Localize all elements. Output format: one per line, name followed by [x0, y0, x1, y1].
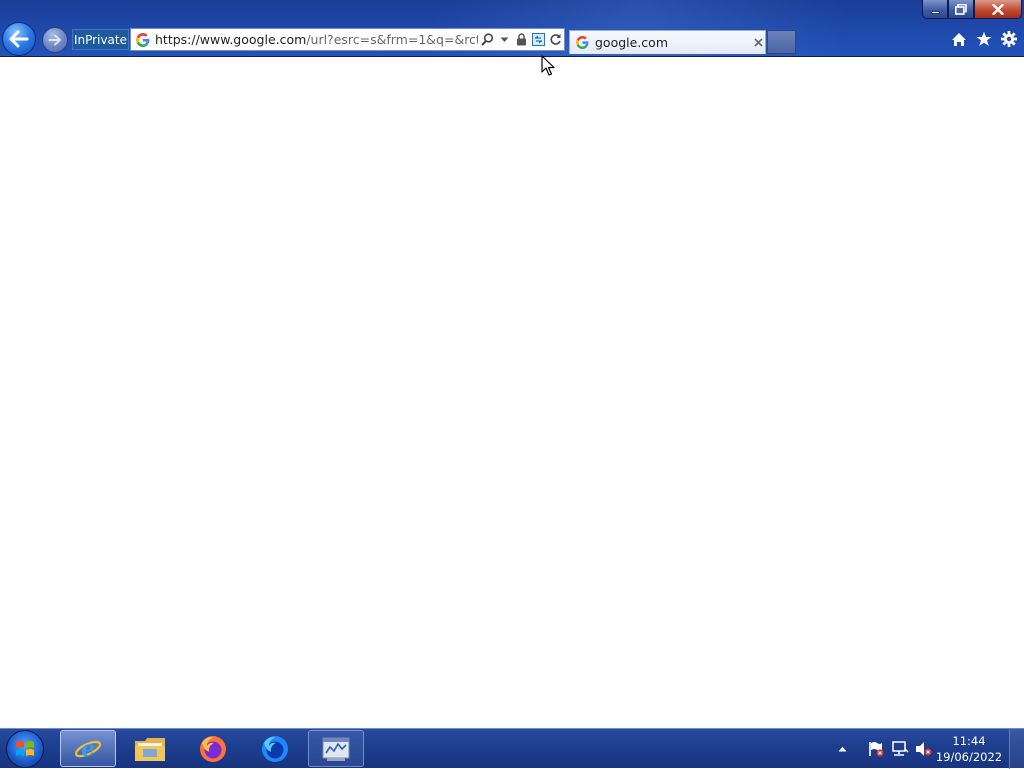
taskbar-internet-explorer[interactable]: e [60, 730, 116, 767]
address-bar[interactable]: https://www.google.com/url?esrc=s&frm=1&… [130, 28, 565, 51]
url-path: /url?esrc=s&frm=1&q=&rct=j&sa= [306, 32, 478, 47]
star-icon[interactable] [975, 30, 993, 48]
firefox-icon [200, 735, 226, 762]
minimize-button[interactable] [922, 0, 948, 19]
taskbar-file-explorer[interactable] [122, 730, 178, 767]
mouse-cursor-icon [541, 55, 555, 76]
taskbar-resource-monitor[interactable] [308, 730, 364, 767]
close-window-button[interactable] [974, 0, 1022, 19]
url-host: https://www.google.com [155, 32, 307, 47]
home-icon[interactable] [950, 30, 968, 48]
monitor-window-icon [322, 737, 350, 761]
clock-date: 19/06/2022 [935, 750, 1003, 764]
firefox-developer-icon [262, 735, 288, 762]
restore-icon [955, 3, 967, 15]
tab-close-button[interactable] [751, 36, 765, 50]
close-tab-icon [753, 38, 763, 47]
google-favicon-icon [134, 31, 152, 49]
page-content-area[interactable] [0, 57, 1024, 728]
chevron-down-icon[interactable] [497, 31, 512, 49]
svg-text:e: e [81, 736, 95, 762]
tab-favicon-icon [573, 34, 591, 52]
browser-chrome: InPrivate https://www.google.com/url?esr… [0, 0, 1024, 57]
taskbar-firefox-developer[interactable] [247, 730, 303, 767]
system-tray [833, 729, 933, 769]
url-field[interactable]: https://www.google.com/url?esrc=s&frm=1&… [155, 32, 478, 47]
compatibility-view-icon[interactable] [531, 31, 546, 49]
restore-button[interactable] [948, 0, 974, 19]
refresh-icon[interactable] [548, 31, 563, 49]
new-tab-button[interactable] [767, 30, 796, 54]
clock-time: 11:44 [952, 734, 986, 748]
address-bar-tools [480, 31, 563, 49]
action-center-flag-icon[interactable] [867, 740, 885, 758]
inprivate-indicator[interactable]: InPrivate [72, 29, 129, 50]
minimize-icon [930, 10, 940, 14]
taskbar-firefox[interactable] [185, 730, 241, 767]
gear-icon[interactable] [1000, 30, 1018, 48]
lock-icon[interactable] [514, 31, 529, 49]
forward-arrow-icon [48, 34, 61, 46]
system-clock[interactable]: 11:44 19/06/2022 [930, 733, 1008, 765]
back-arrow-icon [9, 30, 29, 48]
network-icon[interactable] [891, 740, 909, 758]
windows-logo-icon [16, 741, 34, 756]
start-button[interactable] [6, 730, 44, 768]
window-controls [922, 0, 1022, 19]
close-icon [992, 3, 1004, 15]
search-icon[interactable] [480, 31, 495, 49]
forward-button[interactable] [42, 27, 68, 53]
command-tools [950, 30, 1018, 48]
show-desktop-button[interactable] [1009, 729, 1024, 769]
taskbar: e 11:44 19/06/2022 [0, 728, 1024, 769]
tab-title: google.com [595, 35, 668, 50]
show-hidden-icons-button[interactable] [833, 740, 851, 758]
internet-explorer-icon: e [74, 736, 102, 762]
folder-icon [135, 737, 165, 761]
back-button[interactable] [2, 22, 36, 56]
tab-google[interactable]: google.com [569, 30, 766, 54]
